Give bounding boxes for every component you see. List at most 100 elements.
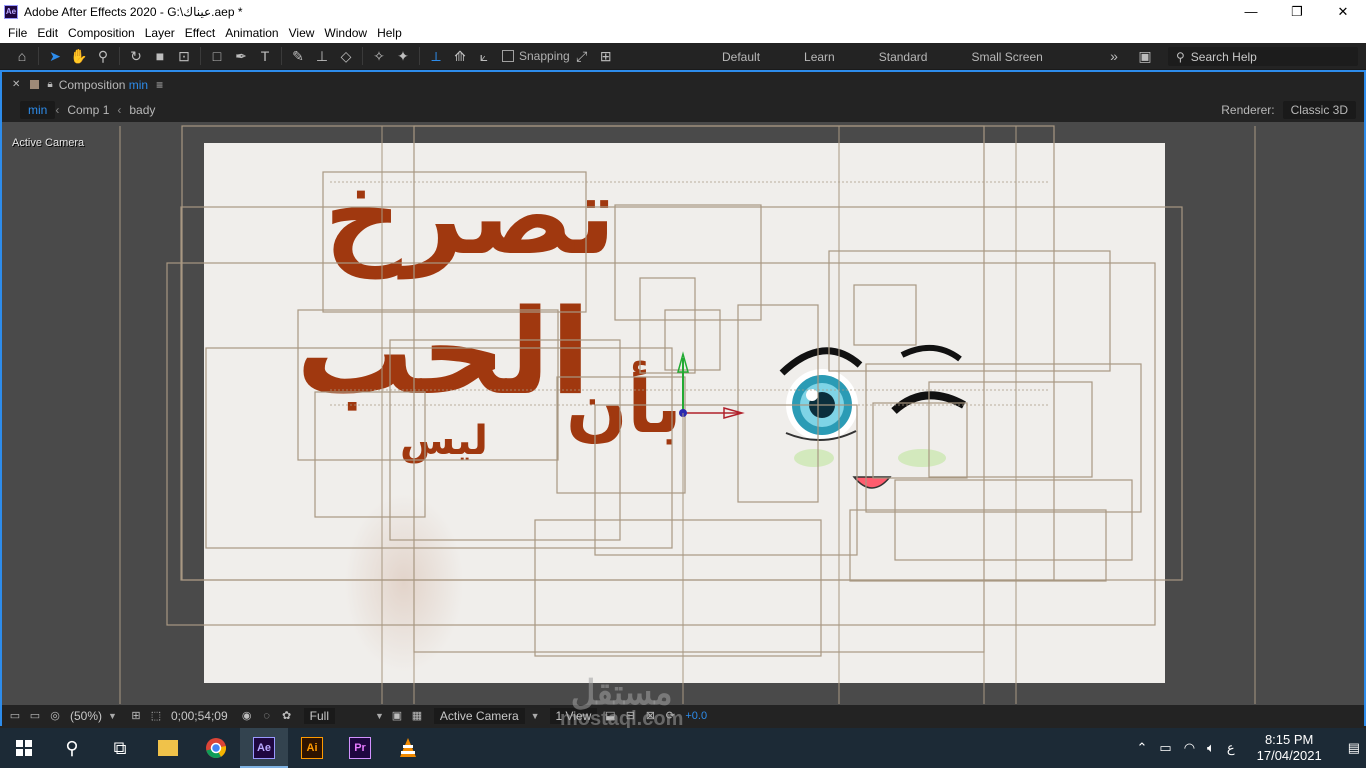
camera-dropdown[interactable]: Active Camera — [433, 707, 525, 724]
workspace-small-screen[interactable]: Small Screen — [971, 50, 1042, 64]
snapping-checkbox[interactable] — [502, 50, 514, 62]
workspace-learn[interactable]: Learn — [804, 50, 835, 64]
puppet-pin-tool-icon[interactable]: ✦ — [391, 44, 415, 68]
volume-icon[interactable]: 🔈︎ — [1207, 740, 1215, 756]
workspace-default[interactable]: Default — [722, 50, 760, 64]
menu-effect[interactable]: Effect — [185, 26, 215, 40]
menu-bar: File Edit Composition Layer Effect Anima… — [0, 23, 1366, 43]
tool-divider — [362, 47, 363, 65]
after-effects-taskbar-button[interactable]: Ae — [240, 728, 288, 768]
always-preview-icon[interactable]: ▭ — [8, 710, 22, 722]
transparency-grid-icon[interactable]: ▦ — [410, 710, 424, 722]
left-cheek — [794, 449, 834, 467]
color-channels-icon[interactable]: ✿ — [280, 710, 294, 722]
current-time[interactable]: 0;00;54;09 — [171, 709, 228, 723]
panel-menu-icon[interactable]: ≡ — [156, 78, 163, 92]
menu-window[interactable]: Window — [324, 26, 367, 40]
selection-tool-icon[interactable]: ➤ — [43, 44, 67, 68]
clone-stamp-tool-icon[interactable]: ⊥ — [310, 44, 334, 68]
tool-divider — [419, 47, 420, 65]
hand-tool-icon[interactable]: ✋ — [67, 44, 91, 68]
more-workspaces-icon[interactable]: » — [1102, 44, 1126, 68]
breadcrumb-bady[interactable]: bady — [121, 101, 163, 119]
chrome-logo-icon — [206, 738, 227, 759]
clock[interactable]: 8:15 PM 17/04/2021 — [1251, 732, 1328, 764]
notifications-icon[interactable]: ▤ — [1348, 740, 1360, 756]
breadcrumb-min[interactable]: min — [20, 100, 56, 119]
type-tool-icon[interactable]: T — [253, 44, 277, 68]
menu-file[interactable]: File — [8, 26, 27, 40]
menu-help[interactable]: Help — [377, 26, 402, 40]
show-snapshot-icon[interactable]: ◌ — [260, 710, 274, 722]
zoom-tool-icon[interactable]: ⚲ — [91, 44, 115, 68]
windows-start-button[interactable] — [0, 728, 48, 768]
task-view-icon[interactable]: ⧉ — [96, 728, 144, 768]
region-of-interest-icon[interactable]: ⬚ — [149, 710, 163, 722]
input-language[interactable]: ع — [1227, 740, 1235, 756]
magnification-dropdown[interactable]: (50%) — [70, 709, 102, 723]
panel-title[interactable]: Composition min — [59, 78, 148, 92]
menu-view[interactable]: View — [289, 26, 315, 40]
search-help-input[interactable]: ⚲ Search Help — [1168, 47, 1358, 66]
world-axis-icon[interactable]: ⟰ — [448, 44, 472, 68]
fast-previews-icon[interactable]: ▣ — [390, 710, 404, 722]
resolution-dropdown[interactable]: Full — [303, 707, 335, 724]
winking-eye — [891, 344, 966, 415]
breadcrumb-comp1[interactable]: Comp 1 — [59, 101, 117, 119]
maximize-button[interactable]: ❐ — [1274, 0, 1320, 23]
renderer-dropdown[interactable]: Classic 3D — [1282, 101, 1356, 119]
illustrator-taskbar-button[interactable]: Ai — [288, 728, 336, 768]
minimize-button[interactable]: — — [1228, 0, 1274, 23]
panel-title-prefix: Composition — [58, 77, 126, 92]
chevron-down-icon[interactable]: ▼ — [375, 711, 384, 721]
vlc-cone-icon — [400, 738, 416, 757]
eraser-tool-icon[interactable]: ◇ — [334, 44, 358, 68]
snapshot-icon[interactable]: ◉ — [240, 710, 254, 722]
rectangle-tool-icon[interactable]: □ — [205, 44, 229, 68]
menu-edit[interactable]: Edit — [37, 26, 58, 40]
close-panel-icon[interactable]: ✕ — [12, 79, 20, 90]
vlc-icon[interactable] — [384, 728, 432, 768]
workspace-standard[interactable]: Standard — [879, 50, 928, 64]
mask-visibility-icon[interactable]: ◎ — [48, 710, 62, 722]
search-help-placeholder: Search Help — [1190, 49, 1257, 64]
premiere-taskbar-button[interactable]: Pr — [336, 728, 384, 768]
chrome-icon[interactable] — [192, 728, 240, 768]
wifi-icon[interactable]: ◠ — [1184, 740, 1195, 756]
pen-tool-icon[interactable]: ✒ — [229, 44, 253, 68]
snap-grid-icon[interactable]: ⊞ — [594, 44, 618, 68]
rotate-tool-icon[interactable]: ↻ — [124, 44, 148, 68]
edit-workspaces-icon[interactable]: ▣ — [1133, 44, 1157, 68]
menu-animation[interactable]: Animation — [225, 26, 278, 40]
menu-layer[interactable]: Layer — [145, 26, 175, 40]
grid-guides-icon[interactable]: ⊞ — [129, 710, 143, 722]
chevron-up-icon[interactable]: ⌃ — [1137, 740, 1148, 756]
close-button[interactable]: ✕ — [1320, 0, 1366, 23]
pan-behind-tool-icon[interactable]: ⊡ — [172, 44, 196, 68]
menu-composition[interactable]: Composition — [68, 26, 135, 40]
brush-tool-icon[interactable]: ✎ — [286, 44, 310, 68]
composition-color-swatch — [30, 80, 40, 89]
right-cheek — [898, 449, 946, 467]
snap-options-icon[interactable]: ⤢ — [570, 44, 594, 68]
composition-canvas[interactable]: تصرخ الحب بأن ليس — [204, 143, 1165, 683]
chevron-down-icon[interactable]: ▼ — [108, 711, 117, 721]
monitor-icon[interactable]: ▭ — [28, 710, 42, 722]
exposure-value[interactable]: +0.0 — [685, 710, 707, 722]
chevron-down-icon[interactable]: ▼ — [531, 711, 540, 721]
file-explorer-icon[interactable] — [144, 728, 192, 768]
tool-divider — [119, 47, 120, 65]
window-title: Adobe After Effects 2020 - G:\عيناك.aep … — [24, 4, 243, 19]
snapping-toggle[interactable]: Snapping — [502, 49, 570, 63]
roto-brush-tool-icon[interactable]: ✧ — [367, 44, 391, 68]
search-icon[interactable]: ⚲ — [48, 728, 96, 768]
renderer-info: Renderer: Classic 3D — [1221, 101, 1356, 119]
battery-icon[interactable]: ▭ — [1159, 740, 1171, 756]
camera-tool-icon[interactable]: ■ — [148, 44, 172, 68]
snapping-label: Snapping — [519, 49, 570, 63]
view-axis-icon[interactable]: ⟀ — [472, 44, 496, 68]
local-axis-icon[interactable]: ⟂ — [424, 44, 448, 68]
tool-divider — [200, 47, 201, 65]
home-icon[interactable]: ⌂ — [10, 44, 34, 68]
lock-icon[interactable]: 🔒︎ — [47, 79, 52, 90]
